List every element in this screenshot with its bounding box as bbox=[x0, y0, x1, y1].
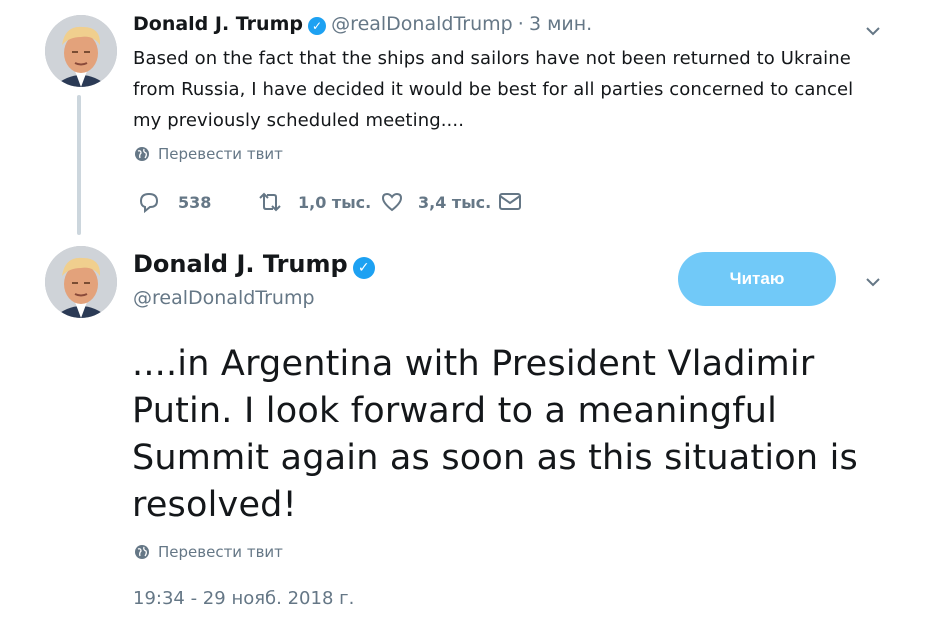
translate-tweet-link[interactable]: Перевести твит bbox=[134, 543, 283, 561]
tweet2-text-line: resolved! bbox=[132, 485, 297, 525]
dm-icon bbox=[499, 193, 521, 210]
retweet-icon bbox=[259, 192, 281, 212]
like-count: 3,4 тыс. bbox=[418, 193, 492, 212]
like-button[interactable] bbox=[380, 190, 404, 218]
author-handle[interactable]: @realDonaldTrump bbox=[331, 13, 513, 35]
dm-button[interactable] bbox=[497, 190, 523, 218]
verified-icon: ✓ bbox=[308, 16, 327, 35]
tweet1-text: Based on the fact that the ships and sai… bbox=[133, 43, 893, 136]
tweet1-header: Donald J. Trump ✓ @realDonaldTrump · 3 м… bbox=[133, 13, 592, 35]
reply-icon bbox=[139, 192, 159, 214]
tweet2-text-line: ....in Argentina with President Vladimir bbox=[132, 344, 815, 384]
tweet2-author: Donald J. Trump ✓ bbox=[133, 250, 375, 279]
avatar[interactable] bbox=[45, 15, 117, 87]
author-name[interactable]: Donald J. Trump bbox=[133, 13, 303, 35]
reply-count: 538 bbox=[178, 193, 212, 212]
author-name[interactable]: Donald J. Trump bbox=[133, 250, 348, 278]
avatar[interactable] bbox=[45, 246, 117, 318]
tweet2-text: ....in Argentina with President Vladimir… bbox=[132, 341, 912, 529]
thread-line bbox=[77, 95, 81, 235]
following-button[interactable]: Читаю bbox=[678, 252, 836, 306]
tweet2-text-line: Putin. I look forward to a meaningful bbox=[132, 391, 778, 431]
chevron-down-icon[interactable] bbox=[864, 22, 882, 44]
retweet-count: 1,0 тыс. bbox=[298, 193, 372, 212]
translate-label: Перевести твит bbox=[158, 145, 283, 163]
tweet2-text-line: Summit again as soon as this situation i… bbox=[132, 438, 858, 478]
separator-dot: · bbox=[517, 13, 524, 35]
tweet1-text-line: my previously scheduled meeting.... bbox=[133, 110, 465, 131]
tweet1-text-line: Based on the fact that the ships and sai… bbox=[133, 48, 851, 69]
globe-icon bbox=[135, 545, 149, 559]
translate-label: Перевести твит bbox=[158, 543, 283, 561]
verified-icon: ✓ bbox=[352, 256, 375, 279]
retweet-button[interactable] bbox=[256, 190, 284, 218]
tweet1-text-line: from Russia, I have decided it would be … bbox=[133, 79, 854, 100]
globe-icon bbox=[135, 147, 149, 161]
chevron-down-icon[interactable] bbox=[864, 273, 882, 295]
author-handle[interactable]: @realDonaldTrump bbox=[133, 287, 315, 309]
tweet-timestamp[interactable]: 19:34 - 29 нояб. 2018 г. bbox=[133, 588, 354, 609]
tweet-time[interactable]: 3 мин. bbox=[529, 13, 592, 35]
translate-tweet-link[interactable]: Перевести твит bbox=[134, 145, 283, 163]
reply-button[interactable] bbox=[137, 190, 161, 218]
like-icon bbox=[381, 192, 403, 212]
